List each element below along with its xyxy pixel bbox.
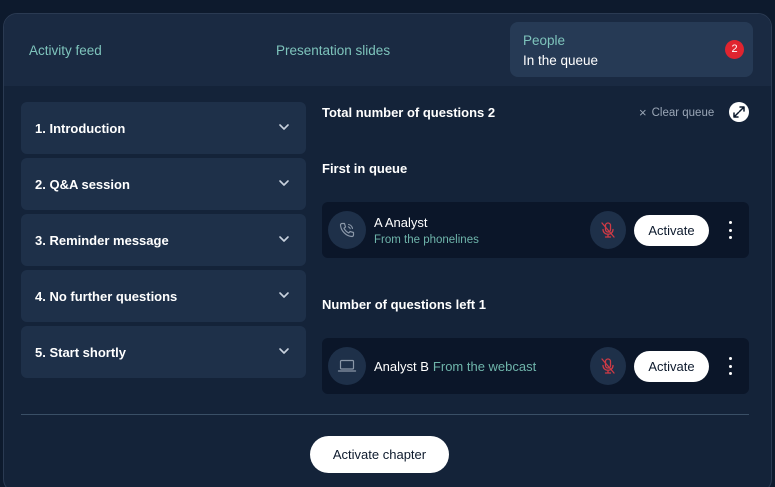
participant-source: From the webcast xyxy=(432,359,537,374)
close-icon: × xyxy=(639,105,647,120)
chevron-down-icon xyxy=(279,292,289,298)
activate-button[interactable]: Activate xyxy=(634,215,709,246)
phone-icon xyxy=(328,211,366,249)
chapter-item-start-shortly[interactable]: 5. Start shortly xyxy=(21,326,306,378)
chapter-item-no-further-questions[interactable]: 4. No further questions xyxy=(21,270,306,322)
tab-activity-feed[interactable]: Activity feed xyxy=(29,43,102,58)
queue-item: Analyst B From the webcast Activate xyxy=(322,338,749,394)
chevron-down-icon xyxy=(279,124,289,130)
total-questions-heading: Total number of questions 2 xyxy=(322,105,496,120)
participant-row: Analyst B From the webcast xyxy=(374,359,536,374)
more-options-icon[interactable] xyxy=(725,355,735,377)
clear-queue-button[interactable]: × Clear queue xyxy=(639,105,714,120)
participant-name: Analyst B xyxy=(374,359,429,374)
chapter-item-qa-session[interactable]: 2. Q&A session xyxy=(21,158,306,210)
clear-queue-label: Clear queue xyxy=(651,106,715,119)
chapter-label: 4. No further questions xyxy=(35,289,178,304)
queue-item: A Analyst From the phonelines Activate xyxy=(322,202,749,258)
tab-people-subtitle: In the queue xyxy=(523,53,599,68)
questions-left-heading: Number of questions left 1 xyxy=(322,297,486,312)
tab-people-title: People xyxy=(523,33,566,48)
laptop-icon xyxy=(328,347,366,385)
participant-name: A Analyst xyxy=(374,215,428,230)
chapter-label: 1. Introduction xyxy=(35,121,126,136)
first-in-queue-heading: First in queue xyxy=(322,161,408,176)
chapter-label: 3. Reminder message xyxy=(35,233,169,248)
tab-presentation-slides[interactable]: Presentation slides xyxy=(276,43,390,58)
tab-people[interactable]: People In the queue 2 xyxy=(510,22,753,77)
chapter-item-reminder-message[interactable]: 3. Reminder message xyxy=(21,214,306,266)
chevron-down-icon xyxy=(279,348,289,354)
chapter-label: 2. Q&A session xyxy=(35,177,130,192)
activate-chapter-button[interactable]: Activate chapter xyxy=(310,436,449,473)
chapter-item-introduction[interactable]: 1. Introduction xyxy=(21,102,306,154)
people-count-badge: 2 xyxy=(725,40,744,59)
chevron-down-icon xyxy=(279,180,289,186)
expand-button[interactable] xyxy=(729,102,749,122)
more-options-icon[interactable] xyxy=(725,219,735,241)
chevron-down-icon xyxy=(279,236,289,242)
mic-muted-button[interactable] xyxy=(590,211,626,249)
mic-off-icon xyxy=(601,222,615,238)
mic-off-icon xyxy=(601,358,615,374)
participant-source: From the phonelines xyxy=(374,234,479,246)
activate-button[interactable]: Activate xyxy=(634,351,709,382)
chapter-label: 5. Start shortly xyxy=(35,345,127,360)
mic-muted-button[interactable] xyxy=(590,347,626,385)
expand-icon xyxy=(733,106,745,118)
divider xyxy=(21,414,749,415)
